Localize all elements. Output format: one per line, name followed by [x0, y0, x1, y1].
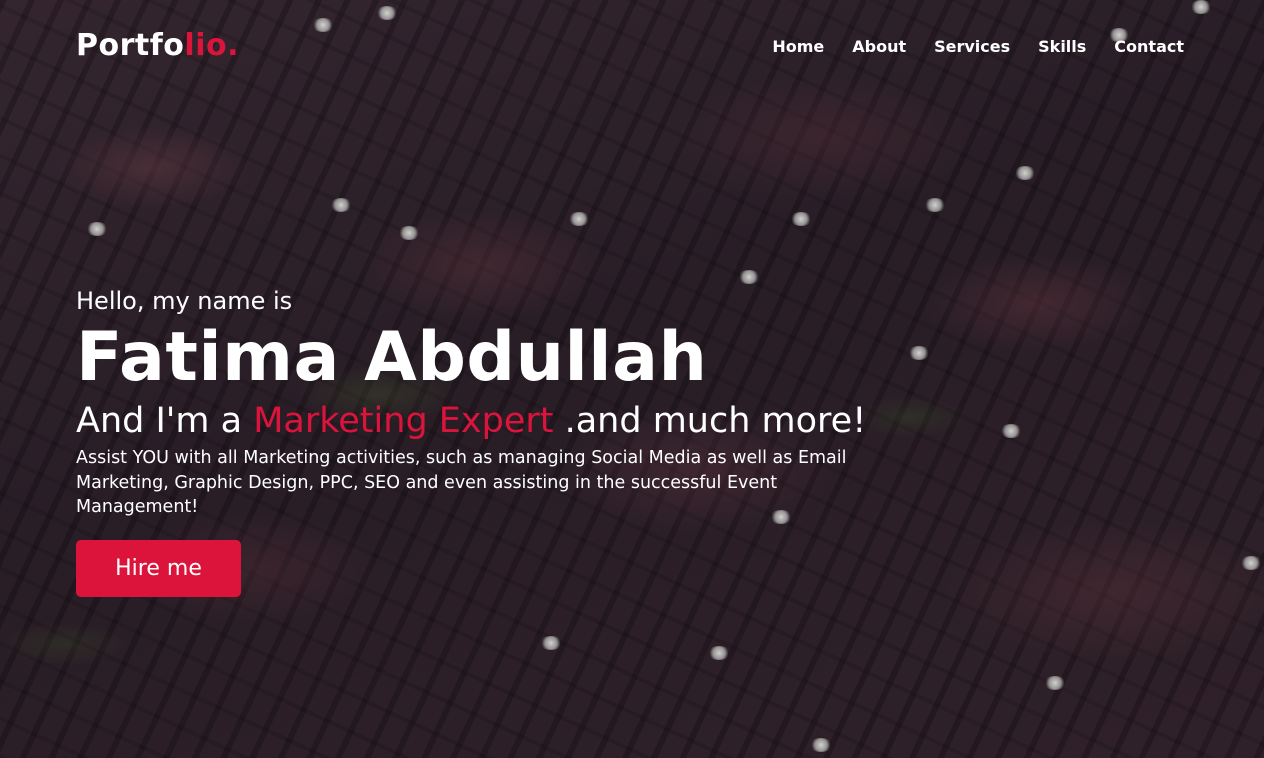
hero-role-prefix: And I'm a [76, 401, 254, 441]
hero-name: Fatima Abdullah [76, 318, 708, 397]
nav-link-home[interactable]: Home [772, 37, 824, 56]
logo-link[interactable]: Portfolio. [76, 28, 239, 63]
top-navbar: Portfolio. Home About Services Skills Co… [0, 0, 1264, 96]
hero-section: Hello, my name is Fatima Abdullah And I'… [76, 284, 936, 597]
hero-greeting: Hello, my name is [76, 287, 293, 315]
nav-menu: Home About Services Skills Contact [744, 37, 1184, 56]
hero-role: And I'm a Marketing Expert .and much mor… [76, 398, 936, 444]
logo-text-accent: lio. [184, 28, 239, 63]
nav-link-contact[interactable]: Contact [1114, 37, 1184, 56]
hire-me-button[interactable]: Hire me [76, 539, 241, 597]
hero-role-suffix: .and much more! [553, 401, 867, 441]
nav-link-services[interactable]: Services [934, 37, 1010, 56]
nav-link-skills[interactable]: Skills [1038, 37, 1086, 56]
logo-text-main: Portfo [76, 28, 185, 63]
hero-description: Assist YOU with all Marketing activities… [76, 448, 847, 517]
hero-role-highlight: Marketing Expert [253, 401, 554, 441]
nav-link-about[interactable]: About [852, 37, 906, 56]
